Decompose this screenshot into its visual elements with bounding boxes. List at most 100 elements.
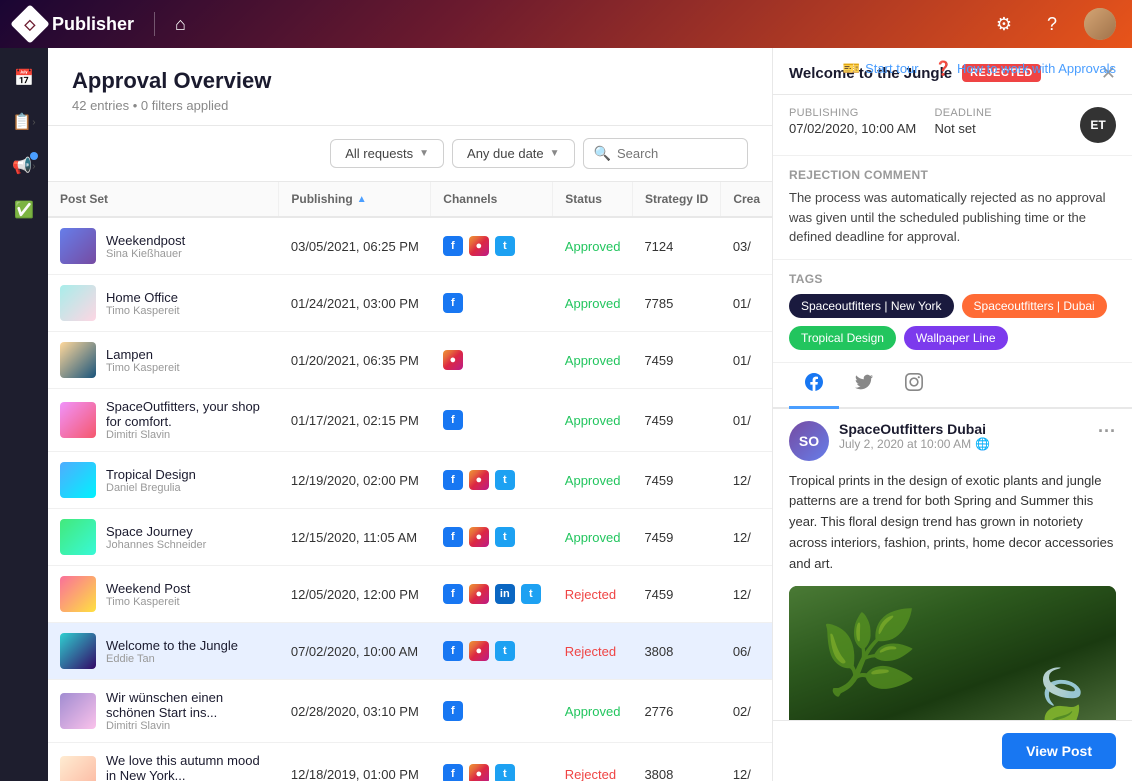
strategy-id-cell: 7459 bbox=[632, 566, 720, 623]
post-info-text: Lampen Timo Kaspereit bbox=[106, 347, 180, 374]
search-input[interactable] bbox=[617, 146, 737, 161]
view-post-button[interactable]: View Post bbox=[1002, 733, 1116, 769]
strategy-id-cell: 2776 bbox=[632, 680, 720, 743]
col-created[interactable]: Crea bbox=[721, 182, 772, 217]
col-publishing[interactable]: Publishing ▲ bbox=[279, 182, 431, 217]
sidebar-item-list[interactable]: 📋 › bbox=[6, 104, 42, 140]
table-row[interactable]: Weekendpost Sina Kießhauer 03/05/2021, 0… bbox=[48, 217, 772, 275]
publishing-cell: 12/05/2020, 12:00 PM bbox=[279, 566, 431, 623]
linkedin-channel-icon: in bbox=[495, 584, 515, 604]
post-thumbnail bbox=[60, 693, 96, 729]
status-value: Approved bbox=[565, 413, 621, 428]
post-name: Weekend Post bbox=[106, 581, 190, 596]
post-name: Tropical Design bbox=[106, 467, 196, 482]
avatar-image bbox=[1084, 8, 1116, 40]
help-icon[interactable]: ? bbox=[1036, 8, 1068, 40]
sidebar-item-calendar[interactable]: 📅 bbox=[6, 60, 42, 96]
status-cell: Approved bbox=[553, 389, 633, 452]
header-divider bbox=[154, 12, 155, 36]
tag-item[interactable]: Spaceoutfitters | New York bbox=[789, 294, 954, 318]
all-requests-filter[interactable]: All requests ▼ bbox=[330, 139, 444, 168]
post-name: Welcome to the Jungle bbox=[106, 638, 238, 653]
logo-diamond: ◇ bbox=[10, 4, 50, 44]
chevron-down-icon: ▼ bbox=[419, 148, 429, 159]
facebook-channel-icon: f bbox=[443, 527, 463, 547]
tag-item[interactable]: Wallpaper Line bbox=[904, 326, 1008, 350]
sidebar-item-approvals[interactable]: ✅ bbox=[6, 192, 42, 228]
table-row[interactable]: SpaceOutfitters, your shop for comfort. … bbox=[48, 389, 772, 452]
post-set-cell: Space Journey Johannes Schneider bbox=[48, 509, 279, 566]
settings-icon[interactable]: ⚙ bbox=[988, 8, 1020, 40]
how-to-link[interactable]: ❓ How to work with Approvals bbox=[935, 60, 1116, 77]
left-panel: Approval Overview 42 entries • 0 filters… bbox=[48, 48, 772, 781]
post-info-text: We love this autumn mood in New York... … bbox=[106, 753, 267, 781]
post-set-cell: We love this autumn mood in New York... … bbox=[48, 743, 279, 781]
more-options-icon[interactable]: ··· bbox=[1098, 421, 1116, 442]
status-cell: Approved bbox=[553, 332, 633, 389]
tab-instagram[interactable] bbox=[889, 363, 939, 409]
post-set-cell: Welcome to the Jungle Eddie Tan bbox=[48, 623, 279, 680]
start-tour-link[interactable]: 🎫 Start tour bbox=[843, 60, 919, 77]
status-value: Approved bbox=[565, 473, 621, 488]
col-status[interactable]: Status bbox=[553, 182, 633, 217]
notification-badge bbox=[30, 152, 38, 160]
post-name: Space Journey bbox=[106, 524, 206, 539]
search-box: 🔍 bbox=[583, 138, 748, 169]
preview-account-avatar: SO bbox=[789, 421, 829, 461]
publishing-cell: 03/05/2021, 06:25 PM bbox=[279, 217, 431, 275]
status-cell: Approved bbox=[553, 509, 633, 566]
post-author: Daniel Bregulia bbox=[106, 482, 196, 494]
col-channels[interactable]: Channels bbox=[431, 182, 553, 217]
table-row[interactable]: Lampen Timo Kaspereit 01/20/2021, 06:35 … bbox=[48, 332, 772, 389]
post-set-cell: Tropical Design Daniel Bregulia bbox=[48, 452, 279, 509]
created-cell: 01/ bbox=[721, 275, 772, 332]
table-row[interactable]: Home Office Timo Kaspereit 01/24/2021, 0… bbox=[48, 275, 772, 332]
strategy-id-cell: 7459 bbox=[632, 452, 720, 509]
post-name: Wir wünschen einen schönen Start ins... bbox=[106, 690, 267, 720]
table-row[interactable]: Space Journey Johannes Schneider 12/15/2… bbox=[48, 509, 772, 566]
created-cell: 01/ bbox=[721, 332, 772, 389]
channels-cell: f bbox=[431, 680, 553, 743]
twitter-channel-icon: t bbox=[521, 584, 541, 604]
created-cell: 12/ bbox=[721, 509, 772, 566]
channels-cell: f●t bbox=[431, 217, 553, 275]
table-row[interactable]: Welcome to the Jungle Eddie Tan 07/02/20… bbox=[48, 623, 772, 680]
post-author: Timo Kaspereit bbox=[106, 362, 180, 374]
publishing-cell: 12/15/2020, 11:05 AM bbox=[279, 509, 431, 566]
strategy-id-cell: 7459 bbox=[632, 389, 720, 452]
page-header: Approval Overview 42 entries • 0 filters… bbox=[48, 48, 772, 126]
facebook-channel-icon: f bbox=[443, 470, 463, 490]
instagram-channel-icon: ● bbox=[469, 470, 489, 490]
tour-icon: 🎫 bbox=[843, 60, 860, 77]
strategy-id-cell: 7785 bbox=[632, 275, 720, 332]
logo[interactable]: ◇ Publisher bbox=[16, 10, 134, 38]
post-info-text: Tropical Design Daniel Bregulia bbox=[106, 467, 196, 494]
status-cell: Approved bbox=[553, 452, 633, 509]
sidebar-item-campaigns[interactable]: 📢 › bbox=[6, 148, 42, 184]
user-avatar[interactable] bbox=[1084, 8, 1116, 40]
due-date-filter[interactable]: Any due date ▼ bbox=[452, 139, 575, 168]
tab-twitter[interactable] bbox=[839, 363, 889, 409]
assignee-avatar: ET bbox=[1080, 107, 1116, 143]
publishing-cell: 12/18/2019, 01:00 PM bbox=[279, 743, 431, 781]
post-info-text: Weekend Post Timo Kaspereit bbox=[106, 581, 190, 608]
col-strategy-id[interactable]: Strategy ID bbox=[632, 182, 720, 217]
post-info-text: Home Office Timo Kaspereit bbox=[106, 290, 180, 317]
tag-item[interactable]: Spaceoutfitters | Dubai bbox=[962, 294, 1107, 318]
table-row[interactable]: Weekend Post Timo Kaspereit 12/05/2020, … bbox=[48, 566, 772, 623]
status-value: Rejected bbox=[565, 587, 616, 602]
post-thumbnail bbox=[60, 462, 96, 498]
table-row[interactable]: Wir wünschen einen schönen Start ins... … bbox=[48, 680, 772, 743]
created-cell: 12/ bbox=[721, 566, 772, 623]
table-row[interactable]: Tropical Design Daniel Bregulia 12/19/20… bbox=[48, 452, 772, 509]
col-post-set[interactable]: Post Set bbox=[48, 182, 279, 217]
created-cell: 06/ bbox=[721, 623, 772, 680]
tab-facebook[interactable] bbox=[789, 363, 839, 409]
post-author: Eddie Tan bbox=[106, 653, 238, 665]
home-icon[interactable]: ⌂ bbox=[175, 14, 186, 35]
page-subtitle: 42 entries • 0 filters applied bbox=[72, 98, 748, 113]
tag-item[interactable]: Tropical Design bbox=[789, 326, 896, 350]
expand-icon-campaigns: › bbox=[32, 161, 35, 172]
table-row[interactable]: We love this autumn mood in New York... … bbox=[48, 743, 772, 781]
post-name: We love this autumn mood in New York... bbox=[106, 753, 267, 781]
